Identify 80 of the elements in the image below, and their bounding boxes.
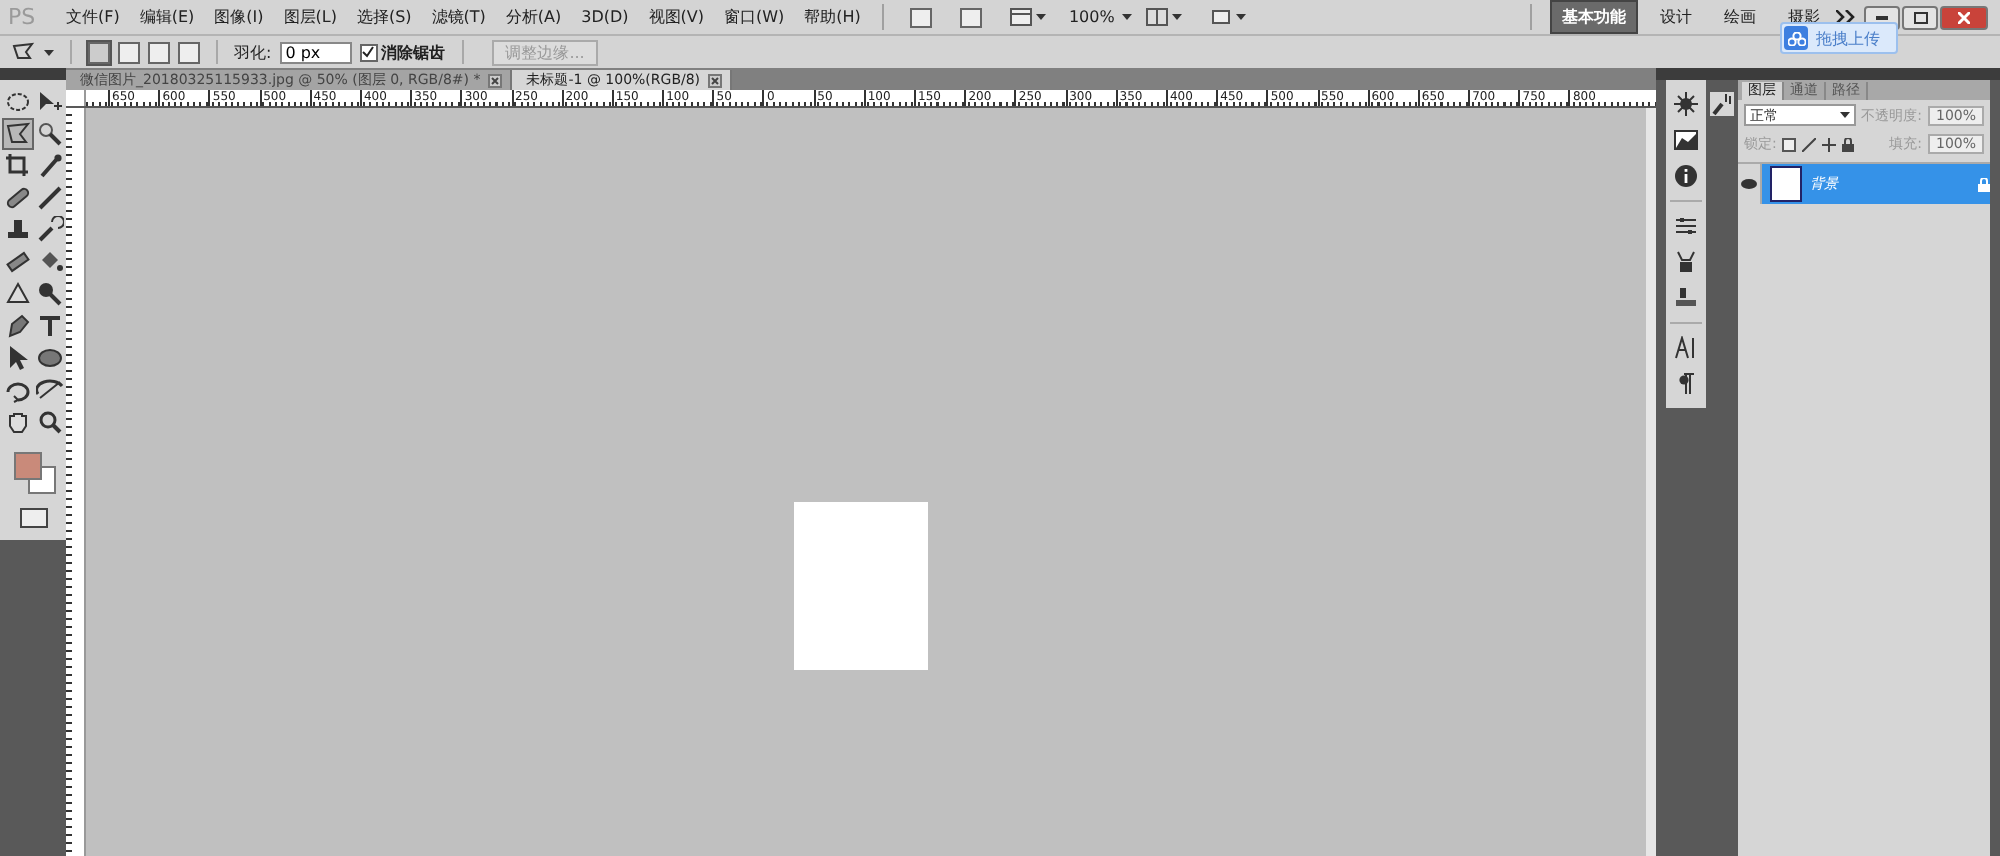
menu-item[interactable]: 视图(V) — [638, 6, 715, 28]
stamp-icon[interactable] — [3, 216, 31, 244]
foreground-color-swatch[interactable] — [13, 452, 41, 480]
zoom-dropdown[interactable]: 100% — [1068, 8, 1115, 26]
close-icon[interactable] — [488, 73, 503, 87]
more-icon[interactable] — [1836, 10, 1856, 24]
layer-thumbnail — [1770, 166, 1802, 202]
caret-icon — [1839, 112, 1850, 118]
dodge-icon[interactable] — [35, 280, 63, 308]
restore-button[interactable] — [1902, 5, 1938, 29]
menu-item[interactable]: 图层(L) — [273, 6, 347, 28]
caret-icon — [1036, 14, 1047, 20]
menu-item[interactable]: 滤镜(T) — [421, 6, 496, 28]
histogram-icon[interactable] — [1674, 128, 1698, 152]
eyedropper-icon[interactable] — [35, 152, 63, 180]
zoom-icon[interactable] — [35, 408, 63, 436]
stamp-icon[interactable] — [1674, 286, 1698, 310]
feather-label: 羽化: — [234, 41, 272, 63]
caret-icon — [1122, 14, 1133, 20]
menu-item[interactable]: 3D(D) — [571, 8, 639, 26]
menu-item[interactable]: 分析(A) — [495, 6, 572, 28]
caret-icon — [44, 49, 54, 55]
wand-icon[interactable] — [35, 120, 63, 148]
lasso-icon[interactable] — [3, 120, 31, 148]
ellipse-icon[interactable] — [35, 344, 63, 372]
workspace-button[interactable]: 设计 — [1650, 2, 1702, 32]
move-icon[interactable] — [1822, 137, 1837, 151]
lock-icon[interactable] — [1842, 137, 1855, 151]
paragraph-icon[interactable] — [1674, 372, 1698, 396]
brush-icon[interactable] — [1802, 137, 1817, 151]
orbit-icon[interactable] — [35, 376, 63, 404]
new-selection-icon[interactable] — [88, 41, 110, 63]
type-icon[interactable] — [35, 312, 63, 340]
marquee-icon[interactable] — [3, 88, 31, 116]
panel-header-bar — [0, 68, 66, 80]
pen-icon[interactable] — [3, 312, 31, 340]
grid-icon[interactable] — [1010, 8, 1033, 26]
menu-item[interactable]: 帮助(H) — [794, 6, 871, 28]
info-icon[interactable] — [1674, 164, 1698, 188]
menu-item[interactable]: 编辑(E) — [129, 6, 205, 28]
hand-icon[interactable] — [3, 408, 31, 436]
menu-item[interactable]: 选择(S) — [346, 6, 422, 28]
workspace-button[interactable]: 绘画 — [1714, 2, 1766, 32]
mask-icon[interactable] — [1674, 250, 1698, 274]
add-selection-icon[interactable] — [118, 41, 140, 63]
antialias-checkbox[interactable] — [359, 43, 378, 61]
triangle-icon[interactable] — [3, 280, 31, 308]
menu-item[interactable]: 文件(F) — [56, 6, 130, 28]
minimize-icon — [1876, 15, 1888, 19]
sun-icon[interactable] — [1674, 92, 1698, 116]
history-brush-icon[interactable] — [35, 216, 63, 244]
brush-icon[interactable] — [1710, 92, 1734, 116]
menu-item[interactable]: 图像(I) — [204, 6, 274, 28]
arrange-icon[interactable] — [1146, 8, 1169, 26]
brush-icon[interactable] — [35, 184, 63, 212]
adjustments-icon[interactable] — [1674, 214, 1698, 238]
lasso-icon[interactable] — [12, 42, 36, 62]
feather-field[interactable]: 0 px — [279, 41, 352, 63]
bridge-icon[interactable] — [910, 7, 933, 27]
screen-mode-icon[interactable] — [1210, 8, 1233, 26]
caret-icon — [1236, 14, 1247, 20]
lock-pixels-icon[interactable] — [1782, 137, 1797, 151]
mini-bridge-icon[interactable] — [960, 7, 983, 27]
close-icon — [1958, 11, 1970, 23]
quick-mask-icon[interactable] — [19, 508, 47, 528]
cloud-icon — [1787, 31, 1805, 45]
antialias-label: 消除锯齿 — [381, 41, 446, 63]
menu-item[interactable]: 窗口(W) — [714, 6, 795, 28]
move-icon[interactable] — [35, 88, 63, 116]
workspace-button[interactable]: 基本功能 — [1550, 0, 1638, 34]
restore-icon — [1913, 11, 1927, 23]
crop-icon[interactable] — [3, 152, 31, 180]
app-logo: PS — [6, 4, 38, 30]
close-button[interactable] — [1940, 5, 1988, 29]
close-icon[interactable] — [708, 73, 723, 87]
intersect-selection-icon[interactable] — [178, 41, 200, 63]
character-icon[interactable] — [1674, 336, 1698, 360]
eye-icon[interactable] — [1740, 178, 1758, 190]
caret-icon — [1172, 14, 1183, 20]
subtract-selection-icon[interactable] — [148, 41, 170, 63]
